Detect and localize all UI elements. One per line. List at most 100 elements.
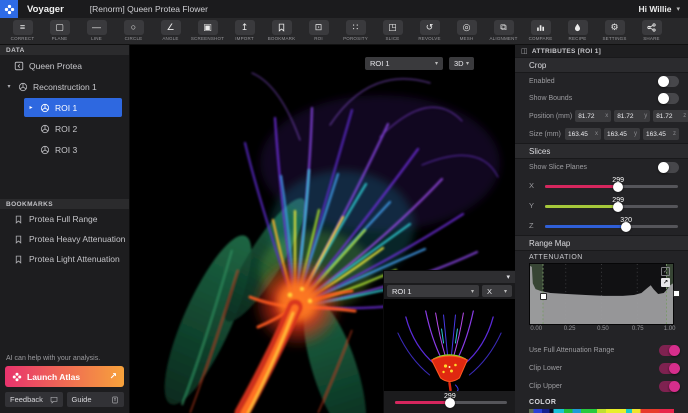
slices-section-header[interactable]: Slices	[515, 143, 688, 159]
import-icon: ↥	[235, 20, 255, 35]
crop-section-header[interactable]: Crop	[515, 57, 688, 73]
voyager-logo-icon	[0, 0, 18, 18]
inset-roi-dropdown[interactable]: ROI 1 ▾	[387, 285, 479, 297]
line-icon: —	[87, 20, 107, 35]
compare-button[interactable]: COMPARE	[522, 20, 559, 41]
alignment-button[interactable]: ⧉ALIGNMENT	[485, 20, 522, 41]
attenuation-histogram[interactable]: ✓ ↗	[529, 263, 674, 325]
tree-item-dataset[interactable]: Queen Protea	[0, 55, 129, 76]
attenuation-label: ATTENUATION	[529, 254, 674, 261]
porosity-icon: ∷	[346, 20, 366, 35]
crop-enabled-toggle[interactable]	[659, 76, 679, 87]
attributes-header: ATTRIBUTES [ROI 1]	[532, 48, 601, 55]
show-slice-planes-toggle[interactable]	[659, 162, 679, 173]
volume-icon	[40, 103, 50, 113]
screenshot-button[interactable]: ▣SCREENSHOT	[189, 20, 226, 41]
main-toolbar: ≡CORRECT ▢PLANE —LINE ○CIRCLE ∠ANGLE ▣SC…	[0, 18, 688, 45]
collapse-chevron-icon[interactable]: ▾	[506, 273, 510, 281]
size-x-field[interactable]: 163.45x	[565, 128, 601, 140]
mesh-button[interactable]: ◎MESH	[448, 20, 485, 41]
bookmark-item[interactable]: Protea Light Attenuation	[0, 249, 129, 269]
inset-header[interactable]: ▾	[384, 271, 515, 283]
volume-icon	[40, 145, 50, 155]
bookmarks-section-header: BOOKMARKS	[0, 199, 129, 209]
document-title: [Renorm] Queen Protea Flower	[90, 4, 208, 14]
slider-knob[interactable]	[621, 222, 631, 232]
share-button[interactable]: SHARE	[633, 20, 670, 41]
selected-tree-row[interactable]: ▸ ROI 1	[24, 98, 122, 117]
circle-button[interactable]: ○CIRCLE	[115, 20, 152, 41]
bookmark-icon	[272, 20, 292, 35]
slider-track[interactable]: 299	[545, 185, 678, 188]
revolve-button[interactable]: ↺REVOLVE	[411, 20, 448, 41]
slider-track[interactable]: 320	[545, 225, 678, 228]
tree-item-roi2[interactable]: ROI 2	[0, 118, 129, 139]
bookmark-icon	[14, 255, 23, 264]
settings-button[interactable]: ⚙SETTINGS	[596, 20, 633, 41]
slice-button[interactable]: ◳SLICE	[374, 20, 411, 41]
correct-icon: ≡	[13, 20, 33, 35]
clip-lower-toggle[interactable]	[659, 363, 679, 374]
range-lower-handle[interactable]	[540, 293, 547, 300]
guide-button[interactable]: Guide	[67, 392, 125, 407]
bookmark-item[interactable]: Protea Heavy Attenuation	[0, 229, 129, 249]
position-x-field[interactable]: 81.72x	[575, 110, 611, 122]
size-z-field[interactable]: 163.45z	[643, 128, 679, 140]
bookmark-item[interactable]: Protea Full Range	[0, 209, 129, 229]
slider-track[interactable]: 299	[395, 401, 507, 404]
slider-knob[interactable]	[613, 202, 623, 212]
launch-atlas-button[interactable]: Launch Atlas ↗	[5, 366, 124, 387]
plane-button[interactable]: ▢PLANE	[41, 20, 78, 41]
range-upper-handle[interactable]	[673, 290, 680, 297]
slider-track[interactable]: 299	[545, 205, 678, 208]
colormap-bar[interactable]	[529, 409, 674, 413]
chevron-right-icon[interactable]: ▸	[27, 104, 35, 111]
tree-item-roi1[interactable]: ▸ ROI 1	[0, 97, 129, 118]
bookmark-button[interactable]: BOOKMARK	[263, 20, 300, 41]
porosity-button[interactable]: ∷POROSITY	[337, 20, 374, 41]
use-full-range-toggle[interactable]	[659, 345, 679, 356]
plane-icon: ▢	[50, 20, 70, 35]
correct-button[interactable]: ≡CORRECT	[4, 20, 41, 41]
position-y-field[interactable]: 81.72y	[614, 110, 650, 122]
slice-x-slider[interactable]: X 299	[515, 175, 688, 195]
speech-bubble-icon	[50, 396, 58, 404]
inset-slice-slider[interactable]: 299	[384, 391, 515, 413]
roi-button[interactable]: ⊡ROI	[300, 20, 337, 41]
show-bounds-toggle[interactable]	[659, 93, 679, 104]
settings-icon: ⚙	[605, 20, 625, 35]
chevron-down-icon[interactable]: ▾	[5, 83, 13, 90]
chevron-down-icon: ▾	[466, 60, 469, 67]
feedback-button[interactable]: Feedback	[5, 392, 63, 407]
slice-icon: ◳	[383, 20, 403, 35]
auto-range-checkbox-icon[interactable]: ✓	[661, 267, 670, 276]
user-greeting: Hi Willie	[639, 4, 672, 14]
tree-item-reconstruction[interactable]: ▾ Reconstruction 1	[0, 76, 129, 97]
screenshot-icon: ▣	[198, 20, 218, 35]
clip-upper-toggle[interactable]	[659, 381, 679, 392]
slider-knob[interactable]	[445, 398, 455, 408]
volume-icon	[40, 124, 50, 134]
position-z-field[interactable]: 81.72z	[653, 110, 688, 122]
slice-view[interactable]	[384, 299, 515, 391]
viewport-roi-dropdown[interactable]: ROI 1 ▾	[365, 57, 443, 70]
chevron-down-icon: ▾	[471, 288, 474, 295]
tree-item-roi3[interactable]: ROI 3	[0, 139, 129, 160]
render-viewport[interactable]: ROI 1 ▾ 3D ▾ ▾ ROI 1 ▾ X	[130, 45, 515, 413]
expand-histogram-icon[interactable]: ↗	[661, 278, 670, 287]
slice-z-slider[interactable]: Z 320	[515, 215, 688, 235]
recipe-button[interactable]: RECIPE	[559, 20, 596, 41]
slice-y-slider[interactable]: Y 299	[515, 195, 688, 215]
range-map-section-header[interactable]: Range Map	[515, 235, 688, 251]
import-button[interactable]: ↥IMPORT	[226, 20, 263, 41]
arrow-up-right-icon: ↗	[109, 371, 117, 382]
angle-button[interactable]: ∠ANGLE	[152, 20, 189, 41]
viewport-mode-dropdown[interactable]: 3D ▾	[449, 57, 474, 70]
histogram-axis: 0.00 0.25 0.50 0.75 1.00	[529, 325, 674, 335]
inset-axis-dropdown[interactable]: X ▾	[482, 285, 512, 297]
size-y-field[interactable]: 163.45y	[604, 128, 640, 140]
slider-knob[interactable]	[613, 182, 623, 192]
user-menu[interactable]: Hi Willie ▾	[639, 4, 688, 14]
bookmark-icon	[14, 235, 23, 244]
line-button[interactable]: —LINE	[78, 20, 115, 41]
